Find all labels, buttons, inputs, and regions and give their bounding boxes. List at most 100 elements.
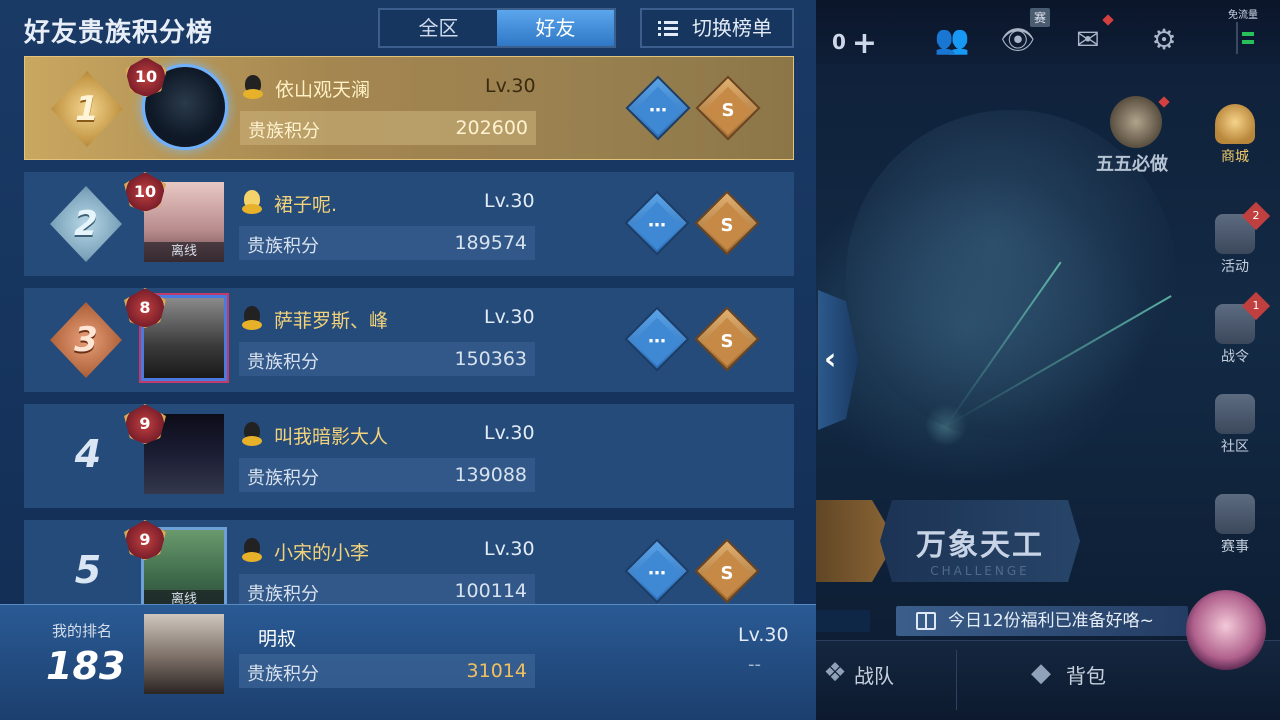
send-gift-button[interactable]: S [694, 538, 760, 604]
rank-3-medal-icon: 3 [50, 302, 122, 378]
qq-icon [242, 190, 262, 214]
challenge-subtitle: CHALLENGE [930, 564, 1030, 578]
player-level: Lv.30 [484, 190, 535, 212]
chat-bubble-icon: ⋯ [648, 330, 666, 352]
challenge-title: 万象天工 [916, 528, 1044, 563]
signal-icon [1236, 22, 1254, 54]
side-menu-shop[interactable]: 商城 [1200, 104, 1270, 166]
chat-bubble-icon: ⋯ [648, 562, 666, 584]
leaderboard-row[interactable]: 4 9 叫我暗影大人 Lv.30 贵族积分 139088 [24, 404, 794, 508]
my-rank-number: 183 [46, 644, 126, 688]
data-free-label: 免流量 [1228, 10, 1258, 21]
my-rank-change: -- [748, 654, 761, 675]
nav-bag[interactable]: 背包 [1066, 660, 1106, 689]
noble-level-badge: 10 [124, 172, 166, 212]
player-level: Lv.30 [484, 538, 535, 560]
score-value: 150363 [454, 348, 527, 370]
chat-bubble-icon: ⋯ [648, 214, 666, 236]
rank-number: 4 [74, 432, 102, 476]
leaderboard-panel: 好友贵族积分榜 全区 好友 切换榜单 1 10 依山观天澜 Lv.30 贵族积分… [0, 0, 816, 720]
side-menu-battlepass[interactable]: 战令 1 [1200, 291, 1271, 366]
challenge-banner[interactable]: 万象天工 CHALLENGE [880, 500, 1080, 582]
friends-icon[interactable]: 👥 [934, 22, 970, 58]
rank-number: 5 [74, 548, 102, 592]
send-gift-button[interactable]: S [694, 306, 760, 372]
score-label: 贵族积分 [248, 121, 320, 142]
rank-2-medal-icon: 2 [50, 186, 122, 262]
coin-send-icon: S [720, 562, 734, 584]
settings-gear-icon[interactable]: ⚙ [1146, 22, 1182, 58]
qq-icon [242, 306, 262, 330]
side-menu-activity[interactable]: 活动 2 [1200, 201, 1271, 276]
score-label: 贵族积分 [247, 236, 319, 257]
nav-divider [956, 650, 957, 710]
nav-team[interactable]: 战队 [854, 660, 894, 689]
mascot-avatar[interactable] [1186, 590, 1266, 670]
player-name: 小宋的小李 [274, 542, 370, 564]
my-avatar[interactable] [144, 614, 224, 694]
offline-label: 离线 [144, 242, 224, 262]
chat-button[interactable]: ⋯ [624, 306, 690, 372]
score-label: 贵族积分 [247, 468, 319, 489]
chat-bubble-icon: ⋯ [649, 99, 667, 121]
team-icon[interactable]: ❖ [818, 656, 852, 690]
send-gift-button[interactable]: S [695, 75, 761, 141]
switch-board-label: 切换榜单 [692, 16, 772, 40]
gift-banner-text: 今日12份福利已准备好咯~ [948, 611, 1154, 631]
score-box: 贵族积分 100114 [239, 574, 535, 608]
score-label: 贵族积分 [247, 584, 319, 605]
tab-friends[interactable]: 好友 [497, 10, 614, 46]
my-score-value: 31014 [466, 660, 527, 682]
my-score-box: 贵族积分 31014 [239, 654, 535, 688]
chat-button[interactable]: ⋯ [624, 538, 690, 604]
player-level: Lv.30 [485, 75, 536, 97]
score-box: 贵族积分 150363 [239, 342, 535, 376]
mail-icon[interactable]: ✉ [1070, 22, 1106, 58]
score-value: 100114 [454, 580, 527, 602]
my-name: 明叔 [258, 628, 297, 650]
leaderboard-row[interactable]: 3 8 萨菲罗斯、峰 Lv.30 贵族积分 150363 ⋯ S [24, 288, 794, 392]
community-icon [1215, 394, 1255, 434]
coin-send-icon: S [721, 99, 735, 121]
shop-label: 商城 [1221, 149, 1249, 165]
qq-icon [243, 75, 263, 99]
leaderboard-row[interactable]: 2 离线 10 裙子呢. Lv.30 贵族积分 189574 ⋯ S [24, 172, 794, 276]
shop-icon [1215, 104, 1255, 144]
chat-button[interactable]: ⋯ [625, 75, 691, 141]
player-name: 裙子呢. [274, 194, 338, 216]
send-gift-button[interactable]: S [694, 190, 760, 256]
coin-counter[interactable]: 0 + [832, 26, 877, 61]
scroll-strip [816, 610, 870, 632]
daily-task-icon[interactable] [1110, 96, 1162, 148]
coin-send-icon: S [720, 214, 734, 236]
score-value: 189574 [454, 232, 527, 254]
daily-task-label[interactable]: 五五必做 [1096, 150, 1168, 176]
tab-all-zone[interactable]: 全区 [380, 10, 497, 46]
qq-icon [242, 422, 262, 446]
switch-board-button[interactable]: 切换榜单 [640, 8, 794, 48]
noble-level-badge: 8 [124, 288, 166, 328]
player-level: Lv.30 [484, 306, 535, 328]
activity-badge: 2 [1241, 201, 1271, 231]
spectate-eye-icon[interactable]: 👁 [1000, 22, 1036, 58]
leaderboard-row[interactable]: 1 10 依山观天澜 Lv.30 贵族积分 202600 ⋯ S [24, 56, 794, 160]
match-badge: 赛 [1030, 8, 1051, 27]
list-icon [658, 21, 678, 37]
bag-icon[interactable]: ◆ [1024, 656, 1058, 690]
gift-icon [916, 612, 936, 630]
add-coin-icon[interactable]: + [852, 26, 877, 61]
side-menu-events[interactable]: 赛事 [1200, 494, 1270, 556]
qq-icon [242, 538, 262, 562]
player-name: 萨菲罗斯、峰 [274, 310, 389, 332]
side-menu-community[interactable]: 社区 [1200, 394, 1270, 456]
activity-label: 活动 [1221, 259, 1249, 275]
noble-level-badge: 9 [124, 520, 166, 560]
chat-button[interactable]: ⋯ [624, 190, 690, 256]
score-value: 202600 [455, 117, 528, 139]
gift-banner[interactable]: 今日12份福利已准备好咯~ [896, 606, 1188, 636]
battlepass-badge: 1 [1241, 291, 1271, 321]
score-label: 贵族积分 [247, 664, 319, 685]
my-level: Lv.30 [738, 624, 789, 646]
rank-1-medal-icon: 1 [51, 71, 123, 147]
noble-level-badge: 10 [125, 57, 167, 97]
